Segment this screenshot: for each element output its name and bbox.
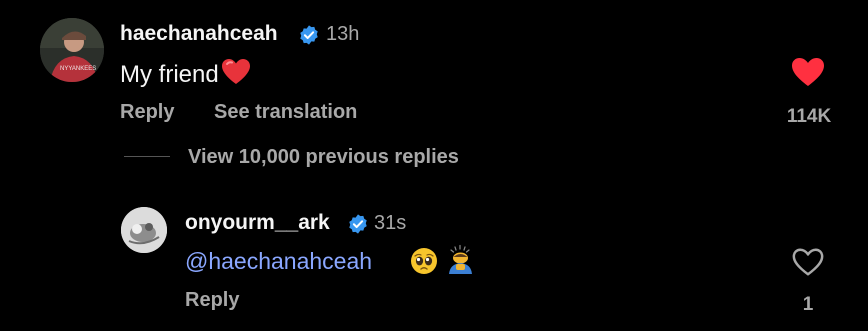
heart-filled-icon[interactable]: [790, 56, 826, 88]
replies-divider: [124, 156, 170, 157]
comment-timestamp: 13h: [326, 23, 360, 45]
pleading-face-emoji: [411, 248, 437, 274]
avatar[interactable]: NYYANKEES: [40, 18, 104, 82]
avatar-image: NYYANKEES: [40, 18, 104, 82]
view-previous-replies-button[interactable]: View 10,000 previous replies: [188, 146, 459, 169]
reply-button[interactable]: Reply: [185, 289, 239, 312]
reply-timestamp: 31s: [374, 212, 407, 234]
like-count: 114K: [786, 106, 832, 127]
mention-link[interactable]: @haechanahceah: [185, 248, 372, 275]
reply-username[interactable]: onyourm__ark: [185, 211, 330, 235]
person-bowing-emoji: [449, 244, 472, 274]
reply-button[interactable]: Reply: [120, 101, 174, 124]
see-translation-button[interactable]: See translation: [214, 101, 357, 124]
comment-text: My friend: [120, 58, 251, 89]
comment-username[interactable]: haechanahceah: [120, 22, 278, 46]
reply-avatar[interactable]: [121, 207, 167, 253]
comment-text-content: My friend: [120, 61, 219, 88]
red-heart-emoji: [221, 59, 250, 84]
verified-badge-icon: [300, 25, 318, 45]
avatar-shirt-text: NYYANKEES: [60, 66, 96, 72]
verified-badge-icon: [349, 214, 367, 234]
heart-outline-icon[interactable]: [791, 246, 825, 278]
reply-like-count: 1: [802, 294, 814, 315]
reply-avatar-image: [121, 207, 167, 253]
